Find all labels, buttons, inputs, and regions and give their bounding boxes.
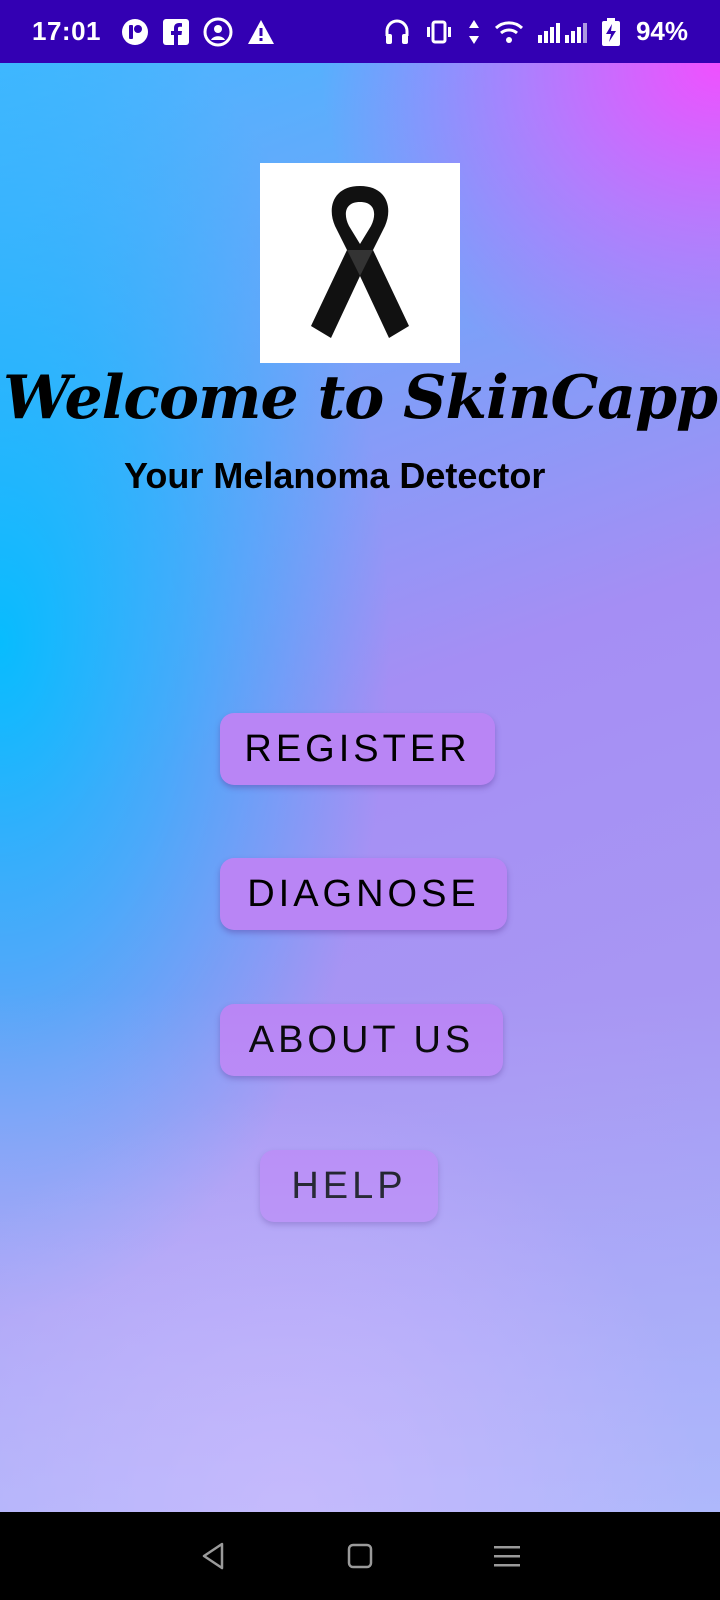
vibrate-icon [424,20,454,44]
help-button[interactable]: HELP [260,1150,438,1222]
warning-icon [247,19,275,45]
headphones-icon [384,18,410,46]
back-button[interactable] [183,1526,243,1586]
home-button[interactable] [330,1526,390,1586]
app-screen: 17:01 94% Welcome to SkinCapp Your Melan… [0,0,720,1600]
home-icon [347,1543,373,1569]
status-right: 94% [384,16,688,47]
status-bar: 17:01 94% [0,0,720,63]
about-us-button[interactable]: ABOUT US [220,1004,503,1076]
battery-charging-icon [601,17,620,46]
app-subtitle: Your Melanoma Detector [124,455,546,496]
vpn-icon [203,17,233,47]
navigation-bar [0,1512,720,1600]
status-left: 17:01 [32,16,275,47]
status-time: 17:01 [32,16,101,46]
register-button[interactable]: REGISTER [220,713,495,785]
recents-icon [493,1546,520,1567]
welcome-title: Welcome to SkinCapp [2,363,718,433]
back-icon [203,1542,224,1570]
battery-percentage: 94% [635,16,688,46]
recents-button[interactable] [477,1526,537,1586]
black-ribbon-icon [311,186,409,338]
main-content: Welcome to SkinCapp Your Melanoma Detect… [0,63,720,1512]
app-notification-icon [121,18,149,46]
logo-image [260,163,460,363]
wifi-icon [494,20,524,44]
facebook-icon [163,18,189,45]
data-arrows-icon [468,19,480,44]
signal-icon [537,21,588,43]
diagnose-button[interactable]: DIAGNOSE [220,858,507,930]
